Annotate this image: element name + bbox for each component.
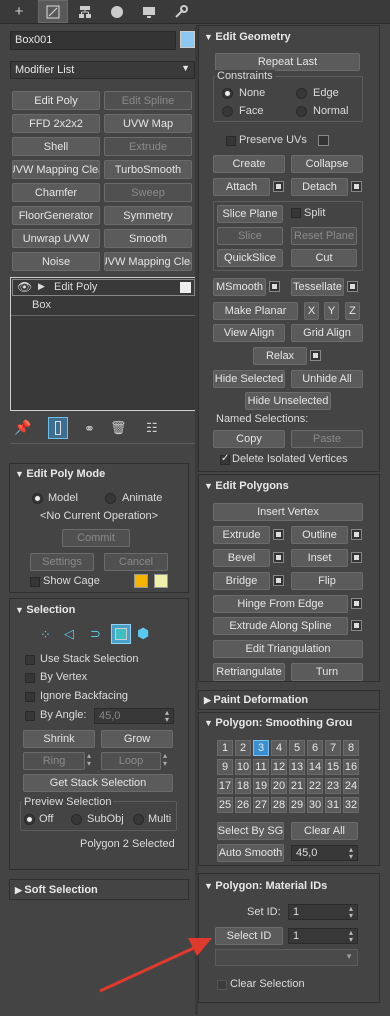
annotation-arrow-icon [99, 938, 212, 993]
